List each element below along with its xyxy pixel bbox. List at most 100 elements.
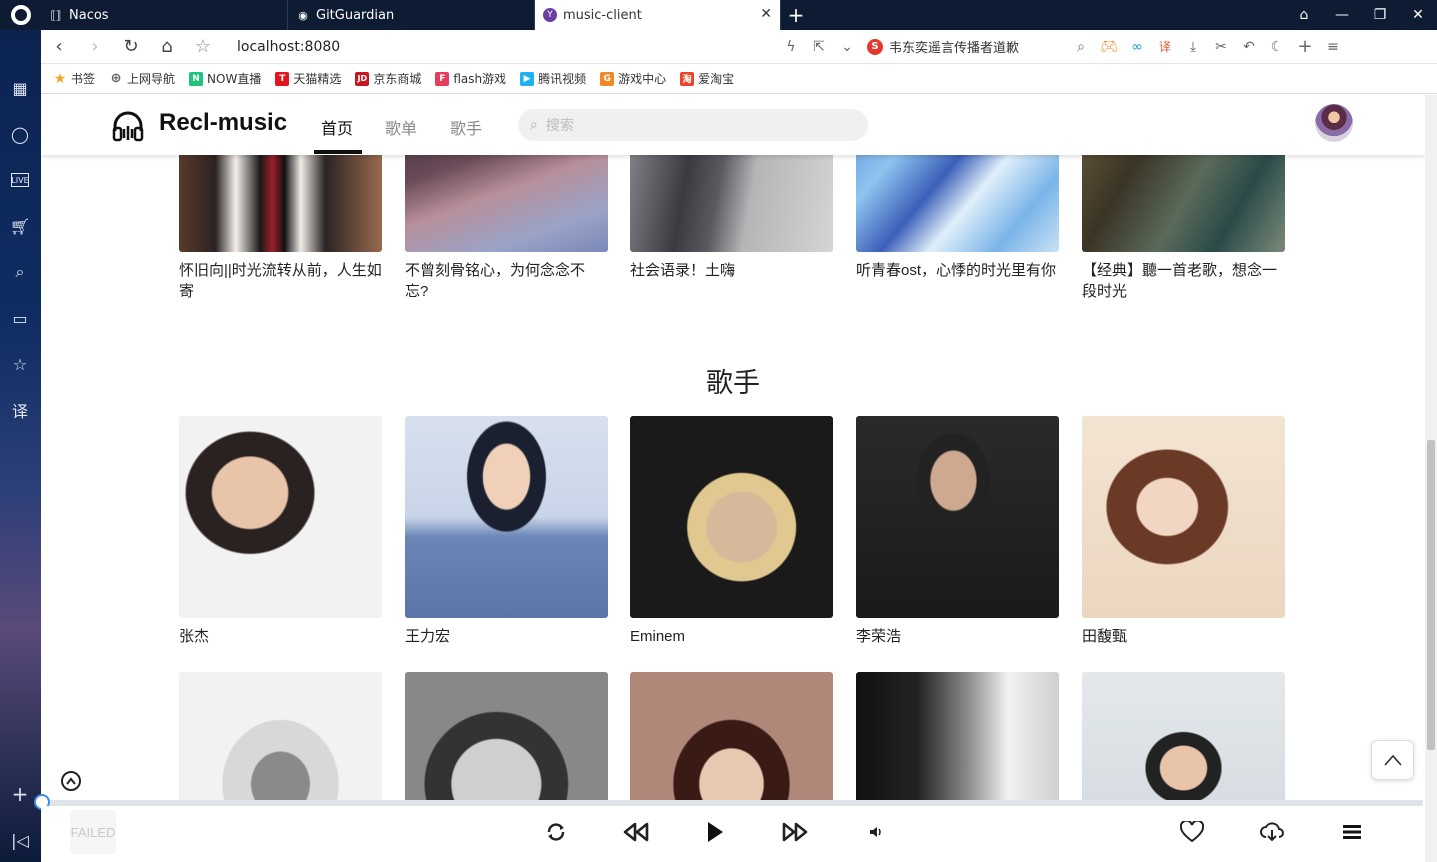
translate-icon[interactable]: 译 (8, 398, 32, 422)
next-button[interactable] (779, 816, 811, 848)
tab-gitguardian[interactable]: ◉ GitGuardian (288, 0, 535, 30)
singer-card[interactable] (630, 672, 833, 801)
plus-icon[interactable]: + (1291, 30, 1319, 64)
playlist-title[interactable]: 听青春ost，心悸的时光里有你 (856, 260, 1059, 281)
new-tab-icon[interactable]: + (781, 0, 811, 30)
bookmark-item[interactable]: ⊕ 上网导航 (109, 70, 175, 87)
undo-icon[interactable]: ↶ (1235, 30, 1263, 64)
infinity-icon[interactable]: ∞ (1123, 30, 1151, 64)
playlist-title[interactable]: 不曾刻骨铭心，为何念念不忘? (405, 260, 608, 302)
nav-home[interactable]: 首页 (321, 115, 353, 139)
singer-name[interactable]: 张杰 (179, 626, 382, 647)
user-avatar[interactable] (1315, 104, 1353, 142)
search-placeholder: 搜索 (545, 118, 574, 134)
share-icon[interactable]: ⇱ (805, 30, 833, 64)
playlist-title[interactable]: 怀旧向||时光流转从前，人生如寄 (179, 260, 382, 302)
brand-name[interactable]: Recl-music (159, 109, 287, 137)
search-icon[interactable]: ⌕ (8, 260, 32, 284)
singer-name[interactable]: 李荣浩 (856, 626, 1059, 647)
tab-music-client[interactable]: Y music-client ✕ (535, 0, 781, 30)
singer-photo[interactable] (405, 416, 608, 618)
loop-button[interactable] (540, 816, 572, 848)
close-tab-icon[interactable]: ✕ (760, 6, 772, 22)
singer-photo[interactable] (1082, 672, 1285, 801)
url-input[interactable]: localhost:8080 (237, 39, 777, 55)
back-to-top-button[interactable] (1371, 740, 1414, 780)
collapse-sidebar-icon[interactable]: |◁ (8, 828, 32, 852)
search-input[interactable]: ⌕ 搜索 (518, 109, 868, 141)
menu-icon[interactable]: ≡ (1319, 30, 1347, 64)
bookmark-item[interactable]: 淘爱淘宝 (680, 70, 734, 87)
singer-card[interactable]: 田馥甄 (1082, 416, 1285, 647)
restore-icon[interactable]: ❐ (1361, 0, 1399, 30)
singer-photo[interactable] (856, 416, 1059, 618)
singer-card[interactable] (179, 672, 382, 801)
download-button[interactable] (1256, 816, 1288, 848)
bookmark-item[interactable]: JD 京东商城 (355, 70, 421, 87)
book-icon[interactable]: ▭ (8, 306, 32, 330)
playlist-menu-button[interactable] (1336, 816, 1368, 848)
chat-icon[interactable]: ◯ (8, 122, 32, 146)
back-icon[interactable]: ‹ (41, 30, 77, 64)
apps-icon[interactable]: ▦ (8, 76, 32, 100)
singer-card[interactable]: 王力宏 (405, 416, 608, 647)
skin-icon[interactable]: ⌂ (1285, 0, 1323, 30)
search-engine-box[interactable]: S 韦东奕遥言传播者道歉 (867, 37, 1067, 56)
like-button[interactable] (1176, 816, 1208, 848)
live-icon[interactable]: LIVE (11, 173, 29, 187)
singer-photo[interactable] (179, 416, 382, 618)
playlist-title[interactable]: 【经典】聽一首老歌，想念一段时光 (1082, 260, 1285, 302)
game-icon[interactable]: 🎮︎ (1095, 30, 1123, 64)
bookmark-item[interactable]: ▶ 腾讯视频 (520, 70, 586, 87)
singer-card[interactable] (405, 672, 608, 801)
search-icon[interactable]: ⌕ (1067, 30, 1095, 64)
bookmark-item[interactable]: N NOW直播 (189, 70, 261, 87)
minimize-icon[interactable]: — (1323, 0, 1361, 30)
add-icon[interactable]: + (8, 782, 32, 806)
close-window-icon[interactable]: ✕ (1399, 0, 1437, 30)
home-icon[interactable]: ⌂ (149, 30, 185, 64)
singer-card[interactable]: 张杰 (179, 416, 382, 647)
star-icon[interactable]: ☆ (8, 352, 32, 376)
tab-nacos[interactable]: ⟦⟧ Nacos (41, 0, 288, 30)
cart-icon[interactable]: 🛒︎ (8, 214, 32, 238)
singer-card[interactable] (856, 672, 1059, 801)
translate-icon[interactable]: 译 (1151, 30, 1179, 64)
singer-photo[interactable] (856, 672, 1059, 801)
bookmark-star-icon[interactable]: ☆ (185, 30, 221, 64)
volume-button[interactable] (860, 816, 892, 848)
scissors-icon[interactable]: ✂ (1207, 30, 1235, 64)
singer-card[interactable]: 李荣浩 (856, 416, 1059, 647)
expand-player-button[interactable] (61, 771, 81, 791)
flash-icon[interactable]: ϟ (777, 30, 805, 64)
singer-photo[interactable] (179, 672, 382, 801)
scrollbar-thumb[interactable] (1427, 440, 1435, 750)
play-button[interactable] (699, 816, 731, 848)
nav-playlists[interactable]: 歌单 (385, 115, 417, 139)
singer-photo[interactable] (1082, 416, 1285, 618)
bookmark-item[interactable]: Fflash游戏 (435, 70, 506, 87)
download-icon[interactable]: ⤓ (1179, 30, 1207, 64)
dropdown-icon[interactable]: ⌄ (833, 30, 861, 64)
forward-icon[interactable]: › (77, 30, 113, 64)
page-scrollbar[interactable] (1425, 95, 1437, 862)
singer-card[interactable]: Eminem (630, 416, 833, 647)
night-mode-icon[interactable]: ☾ (1263, 30, 1291, 64)
singer-card[interactable] (1082, 672, 1285, 801)
browser-sidebar: ▦ ◯ LIVE 🛒︎ ⌕ ▭ ☆ 译 + |◁ (0, 30, 41, 862)
singer-name[interactable]: 王力宏 (405, 626, 608, 647)
reload-icon[interactable]: ↻ (113, 30, 149, 64)
bookmark-item[interactable]: G 游戏中心 (600, 70, 666, 87)
singer-photo[interactable] (630, 672, 833, 801)
nav-singers[interactable]: 歌手 (450, 115, 482, 139)
bookmark-item[interactable]: ★ 书签 (53, 70, 95, 87)
previous-button[interactable] (620, 816, 652, 848)
singer-name[interactable]: 田馥甄 (1082, 626, 1285, 647)
singer-photo[interactable] (630, 416, 833, 618)
playlist-title[interactable]: 社会语录！土嗨 (630, 260, 833, 281)
bookmark-item[interactable]: T 天猫精选 (275, 70, 341, 87)
singer-name[interactable]: Eminem (630, 626, 833, 647)
browser-logo-icon[interactable] (0, 0, 41, 30)
now-icon: N (189, 71, 204, 86)
singer-photo[interactable] (405, 672, 608, 801)
